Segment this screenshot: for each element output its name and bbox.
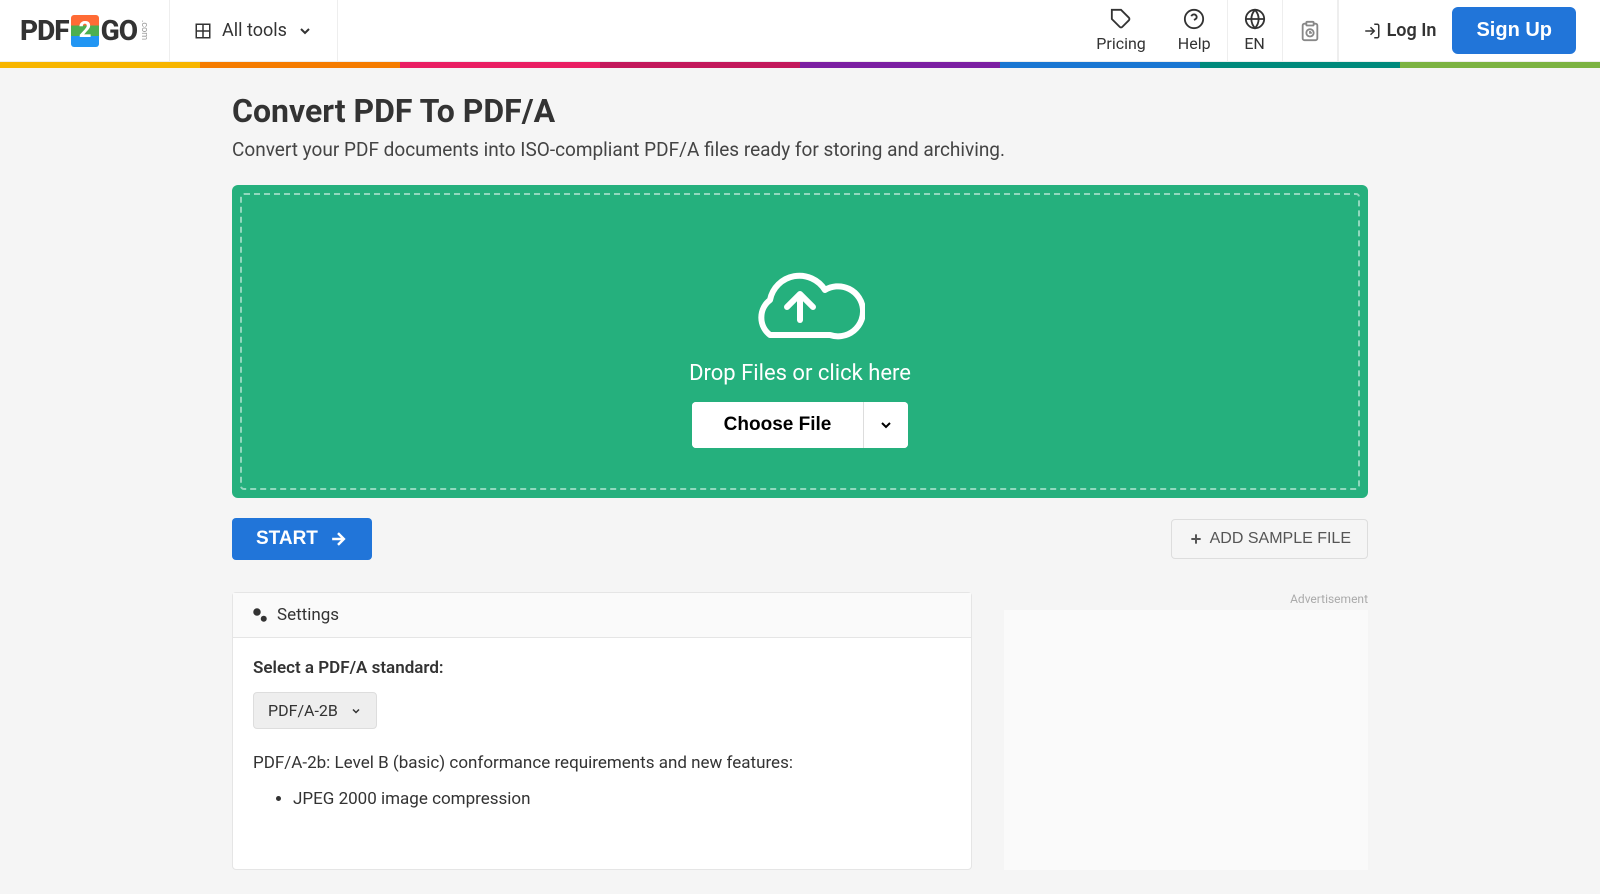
help-label: Help xyxy=(1178,34,1211,53)
auth-section: Log In Sign Up xyxy=(1338,0,1600,61)
logo-text: PDF 2 GO xyxy=(20,14,137,47)
add-sample-label: ADD SAMPLE FILE xyxy=(1210,530,1351,548)
tag-icon xyxy=(1110,8,1132,30)
feature-list: JPEG 2000 image compression xyxy=(253,789,951,809)
help-link[interactable]: Help xyxy=(1162,0,1227,61)
main-header: PDF 2 GO .com All tools Pricing Help EN … xyxy=(0,0,1600,62)
settings-header: Settings xyxy=(233,593,971,638)
choose-file-group: Choose File xyxy=(692,402,909,448)
help-icon xyxy=(1183,8,1205,30)
pricing-link[interactable]: Pricing xyxy=(1080,0,1162,61)
chevron-down-icon xyxy=(350,705,362,717)
page-subtitle: Convert your PDF documents into ISO-comp… xyxy=(232,138,1368,161)
plus-icon xyxy=(1188,531,1204,547)
standard-description: PDF/A-2b: Level B (basic) conformance re… xyxy=(253,753,951,773)
signup-button[interactable]: Sign Up xyxy=(1452,7,1576,54)
feature-item: JPEG 2000 image compression xyxy=(293,789,951,809)
chevron-down-icon xyxy=(297,23,313,39)
ad-column: Advertisement xyxy=(1004,592,1368,870)
cloud-upload-icon xyxy=(735,255,865,345)
selected-standard-value: PDF/A-2B xyxy=(268,701,338,720)
history-link[interactable] xyxy=(1283,0,1338,61)
dropzone-inner: Drop Files or click here Choose File xyxy=(240,193,1360,490)
logo[interactable]: PDF 2 GO .com xyxy=(0,0,170,61)
logo-2-icon: 2 xyxy=(71,15,99,47)
settings-card: Settings Select a PDF/A standard: PDF/A-… xyxy=(232,592,972,870)
globe-icon xyxy=(1244,8,1266,30)
language-selector[interactable]: EN xyxy=(1227,0,1283,61)
rainbow-divider xyxy=(0,62,1600,68)
arrow-right-icon xyxy=(328,529,348,549)
clipboard-history-icon xyxy=(1299,20,1321,42)
lower-content: Settings Select a PDF/A standard: PDF/A-… xyxy=(232,592,1368,870)
start-button[interactable]: START xyxy=(232,518,372,560)
logo-go: GO xyxy=(101,14,137,47)
dropzone-text: Drop Files or click here xyxy=(689,361,911,386)
grid-icon xyxy=(194,22,212,40)
choose-file-dropdown[interactable] xyxy=(864,402,908,448)
file-dropzone[interactable]: Drop Files or click here Choose File xyxy=(232,185,1368,498)
language-label: EN xyxy=(1244,34,1265,53)
logo-pdf: PDF xyxy=(20,14,69,47)
settings-heading-label: Settings xyxy=(277,605,339,625)
add-sample-file-button[interactable]: ADD SAMPLE FILE xyxy=(1171,519,1368,559)
login-icon xyxy=(1363,22,1381,40)
logo-com: .com xyxy=(139,20,149,40)
all-tools-label: All tools xyxy=(222,20,287,41)
select-standard-label: Select a PDF/A standard: xyxy=(253,658,951,678)
actions-row: START ADD SAMPLE FILE xyxy=(232,518,1368,560)
all-tools-menu[interactable]: All tools xyxy=(170,0,338,61)
pricing-label: Pricing xyxy=(1096,34,1146,53)
ad-placeholder xyxy=(1004,610,1368,870)
chevron-down-icon xyxy=(878,417,894,433)
standard-select[interactable]: PDF/A-2B xyxy=(253,692,377,729)
choose-file-button[interactable]: Choose File xyxy=(692,402,865,448)
login-link[interactable]: Log In xyxy=(1363,20,1437,41)
gears-icon xyxy=(251,606,269,624)
login-label: Log In xyxy=(1387,20,1437,41)
ad-label: Advertisement xyxy=(1004,592,1368,606)
start-label: START xyxy=(256,528,318,550)
page-title: Convert PDF To PDF/A xyxy=(232,92,1368,130)
